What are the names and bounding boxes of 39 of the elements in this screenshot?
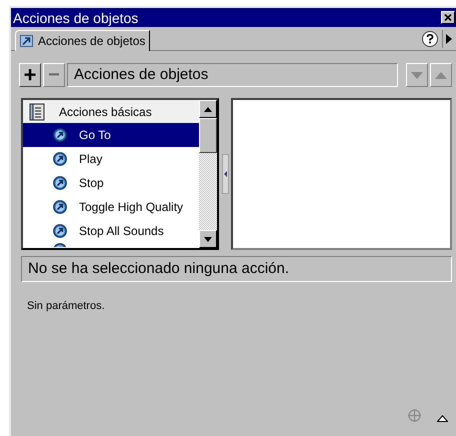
path-field: Acciones de objetos <box>67 63 398 87</box>
action-item[interactable]: Go To <box>23 123 199 147</box>
triangle-left-icon <box>224 171 226 177</box>
scroll-down-button[interactable] <box>199 230 217 248</box>
category-row[interactable]: Acciones básicas <box>23 100 199 123</box>
arrow-icon <box>53 128 67 142</box>
action-item[interactable]: Stop <box>23 171 199 195</box>
move-up-button[interactable] <box>430 63 452 87</box>
action-item[interactable]: Play <box>23 147 199 171</box>
arrow-icon <box>53 176 67 190</box>
message-bar: No se ha seleccionado ninguna acción. <box>21 256 452 282</box>
collapse-handle[interactable] <box>222 154 228 194</box>
triangle-down-icon <box>411 72 423 78</box>
close-icon <box>444 14 452 21</box>
arrow-icon <box>53 224 67 238</box>
close-button[interactable] <box>441 11 455 24</box>
window-title: Acciones de objetos <box>13 10 138 24</box>
book-icon <box>29 102 45 120</box>
action-item[interactable]: Stop All Sounds <box>23 219 199 243</box>
triangle-right-icon <box>446 34 452 44</box>
tab[interactable]: Acciones de objetos <box>15 30 150 51</box>
triangle-up-icon <box>204 106 212 112</box>
arrow-icon <box>53 200 67 214</box>
scroll-thumb[interactable] <box>199 118 217 153</box>
arrow-icon <box>53 152 67 166</box>
arrow-icon <box>53 243 67 247</box>
question-mark-icon <box>426 34 434 44</box>
triangle-up-icon <box>435 72 447 78</box>
move-down-button[interactable] <box>406 63 428 87</box>
scroll-up-button[interactable] <box>199 100 217 118</box>
scrollbar[interactable] <box>199 100 217 248</box>
expand-icon[interactable] <box>437 415 448 422</box>
parameters-text: Sin parámetros. <box>27 299 105 314</box>
triangle-down-icon <box>204 236 212 242</box>
help-icon[interactable] <box>422 31 438 47</box>
panel-menu-button[interactable] <box>442 30 454 48</box>
action-item[interactable]: Toggle High Quality <box>23 195 199 219</box>
add-button[interactable]: + <box>19 63 41 87</box>
arrow-icon <box>20 35 33 47</box>
